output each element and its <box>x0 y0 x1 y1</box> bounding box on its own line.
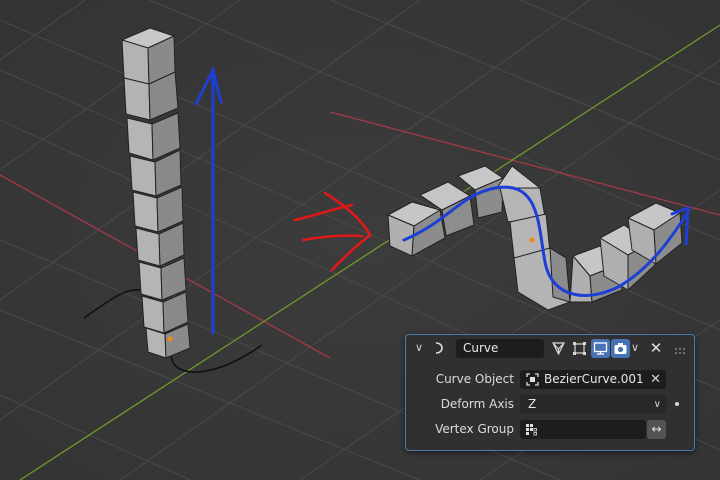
clear-field-icon[interactable]: ✕ <box>650 370 661 389</box>
curve-object-field[interactable]: BezierCurve.001 ✕ <box>520 370 666 389</box>
edit-mode-toggle[interactable] <box>549 339 568 358</box>
deform-axis-label: Deform Axis <box>440 397 514 411</box>
curve-object-value: BezierCurve.001 <box>544 372 644 386</box>
curve-modifier-panel: ∨ Curve ∨ ✕ Curve Object BezierCurve.001… <box>405 334 695 451</box>
origin-dot-left <box>167 336 173 342</box>
collapse-chevron-icon[interactable]: ∨ <box>415 341 427 355</box>
realtime-icon <box>593 342 608 355</box>
object-icon <box>525 372 540 387</box>
edit-mode-icon <box>552 342 565 356</box>
cage-icon <box>573 342 586 355</box>
drag-handle-icon[interactable] <box>674 344 688 354</box>
curve-object-label: Curve Object <box>435 372 514 386</box>
origin-dot-right <box>529 237 535 243</box>
curve-modifier-icon <box>431 340 447 356</box>
modifier-name-field[interactable]: Curve <box>456 339 544 358</box>
close-icon[interactable]: ✕ <box>649 339 663 357</box>
deform-axis-value: Z <box>528 397 537 411</box>
vertex-group-field[interactable] <box>520 420 646 439</box>
render-icon <box>614 343 627 354</box>
animate-property-dot[interactable] <box>675 402 679 406</box>
vertex-group-label: Vertex Group <box>435 422 514 436</box>
cage-toggle[interactable] <box>570 339 589 358</box>
vertex-group-icon <box>525 423 538 436</box>
dropdown-chevron-icon[interactable]: ∨ <box>628 341 642 355</box>
invert-vertex-group-button[interactable]: ↔ <box>647 420 666 439</box>
deform-axis-dropdown[interactable]: Z ∨ <box>520 395 666 414</box>
modifier-header: ∨ Curve ∨ ✕ <box>406 335 694 362</box>
chevron-down-icon: ∨ <box>653 399 661 410</box>
realtime-toggle[interactable] <box>591 339 610 358</box>
